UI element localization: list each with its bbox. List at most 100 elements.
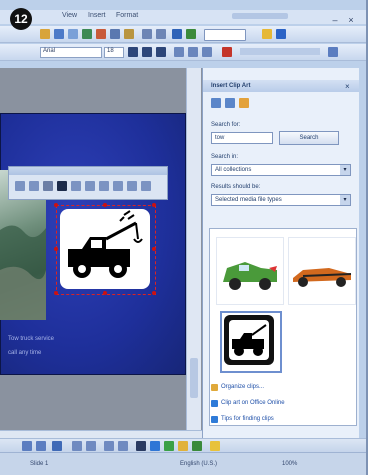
resize-handle-bottom-right[interactable]: [152, 291, 156, 295]
clip-results-grid: [209, 228, 357, 426]
slide-caption-line-2: call any time: [8, 350, 42, 356]
resize-handle-top-right[interactable]: [152, 203, 156, 207]
status-zoom: 100%: [282, 461, 298, 467]
resize-handle-right[interactable]: [152, 247, 156, 251]
insert-picture-icon[interactable]: [15, 181, 25, 191]
rectangle-icon[interactable]: [104, 441, 114, 451]
design-button[interactable]: [240, 48, 320, 55]
results-type-label: Results should be:: [211, 184, 261, 190]
application-window: 12 View Insert Format – × Arial 18 Tow t…: [0, 0, 368, 475]
menu-item-view[interactable]: View: [62, 12, 77, 19]
home-icon[interactable]: [239, 98, 249, 108]
textbox-icon[interactable]: [136, 441, 146, 451]
align-right-icon[interactable]: [202, 47, 212, 57]
close-icon[interactable]: ×: [346, 15, 356, 25]
menu-item-insert[interactable]: Insert: [88, 12, 106, 19]
rotate-icon[interactable]: [85, 181, 95, 191]
resize-handle-bottom-left[interactable]: [54, 291, 58, 295]
results-type-value: Selected media file types: [215, 197, 282, 203]
table-icon[interactable]: [186, 29, 196, 39]
clip-art-task-pane: Insert Clip Art × Search for: tow Search…: [202, 68, 359, 440]
brightness-icon[interactable]: [57, 181, 67, 191]
color-picture-icon[interactable]: [29, 181, 39, 191]
drawing-toolbar: [0, 438, 366, 453]
resize-handle-top[interactable]: [103, 203, 107, 207]
menu-item-format[interactable]: Format: [116, 12, 138, 19]
spelling-icon[interactable]: [82, 29, 92, 39]
clip-result-green-truck[interactable]: [216, 237, 284, 305]
font-color-icon[interactable]: [222, 47, 232, 57]
wordart-icon[interactable]: [150, 441, 160, 451]
select-objects-icon[interactable]: [36, 441, 46, 451]
chevron-down-icon[interactable]: ▾: [340, 195, 350, 205]
paste-icon[interactable]: [124, 29, 134, 39]
resize-handle-left[interactable]: [54, 247, 58, 251]
help-box[interactable]: [232, 13, 288, 19]
compress-icon[interactable]: [113, 181, 123, 191]
clip-result-race-car[interactable]: [288, 237, 356, 305]
new-slide-icon[interactable]: [328, 47, 338, 57]
font-size: 18: [107, 48, 114, 54]
search-go-button[interactable]: Search: [279, 131, 339, 145]
save-icon[interactable]: [54, 29, 64, 39]
picture-icon[interactable]: [192, 441, 202, 451]
underline-icon[interactable]: [156, 47, 166, 57]
globe-icon: [211, 400, 218, 407]
resize-handle-bottom[interactable]: [103, 291, 107, 295]
status-bar: Slide 1 English (U.S.) 100%: [0, 452, 366, 475]
slide-caption-line-1: Tow truck service: [8, 336, 55, 342]
open-icon[interactable]: [40, 29, 50, 39]
results-type-select[interactable]: Selected media file types ▾: [211, 194, 351, 206]
search-in-select[interactable]: All collections ▾: [211, 164, 351, 176]
align-left-icon[interactable]: [174, 47, 184, 57]
help-icon[interactable]: [276, 29, 286, 39]
copy-icon[interactable]: [110, 29, 120, 39]
organize-icon: [211, 384, 218, 391]
pane-close-icon[interactable]: ×: [345, 82, 350, 91]
formatting-toolbar: Arial 18: [0, 44, 366, 61]
color-icon[interactable]: [262, 29, 272, 39]
chart-icon[interactable]: [172, 29, 182, 39]
undo-icon[interactable]: [142, 29, 152, 39]
cut-icon[interactable]: [96, 29, 106, 39]
bold-icon[interactable]: [128, 47, 138, 57]
search-in-value: All collections: [215, 167, 252, 173]
crop-icon[interactable]: [71, 181, 81, 191]
arrow-icon[interactable]: [86, 441, 96, 451]
line-icon[interactable]: [72, 441, 82, 451]
back-icon[interactable]: [211, 98, 221, 108]
print-icon[interactable]: [68, 29, 78, 39]
align-center-icon[interactable]: [188, 47, 198, 57]
italic-icon[interactable]: [142, 47, 152, 57]
search-input[interactable]: tow: [211, 132, 273, 144]
clipart-icon[interactable]: [178, 441, 188, 451]
oval-icon[interactable]: [118, 441, 128, 451]
contrast-icon[interactable]: [43, 181, 53, 191]
format-picture-icon[interactable]: [127, 181, 137, 191]
help-icon: [211, 416, 218, 423]
draw-menu-icon[interactable]: [22, 441, 32, 451]
menu-bar: View Insert Format – ×: [0, 10, 366, 25]
zoom-select[interactable]: [204, 29, 246, 41]
selection-frame[interactable]: [56, 205, 156, 295]
diagram-icon[interactable]: [164, 441, 174, 451]
picture-toolbar[interactable]: [8, 166, 168, 200]
tips-link[interactable]: Tips for finding clips: [221, 416, 274, 422]
redo-icon[interactable]: [156, 29, 166, 39]
reset-picture-icon[interactable]: [141, 181, 151, 191]
clip-result-tow-truck[interactable]: [220, 311, 282, 373]
chevron-down-icon[interactable]: ▾: [340, 165, 350, 175]
task-pane-header: Insert Clip Art ×: [203, 80, 359, 92]
fill-color-icon[interactable]: [210, 441, 220, 451]
forward-icon[interactable]: [225, 98, 235, 108]
font-name: Arial: [43, 48, 56, 54]
autoshapes-icon[interactable]: [52, 441, 62, 451]
organize-clips-link[interactable]: Organize clips...: [221, 384, 264, 390]
vertical-scrollbar[interactable]: [186, 68, 201, 430]
resize-handle-top-left[interactable]: [54, 203, 58, 207]
line-style-icon[interactable]: [99, 181, 109, 191]
picture-toolbar-titlebar[interactable]: [9, 167, 167, 175]
clip-art-online-link[interactable]: Clip art on Office Online: [221, 400, 285, 406]
minimize-icon[interactable]: –: [330, 15, 340, 25]
scroll-thumb[interactable]: [190, 358, 198, 398]
